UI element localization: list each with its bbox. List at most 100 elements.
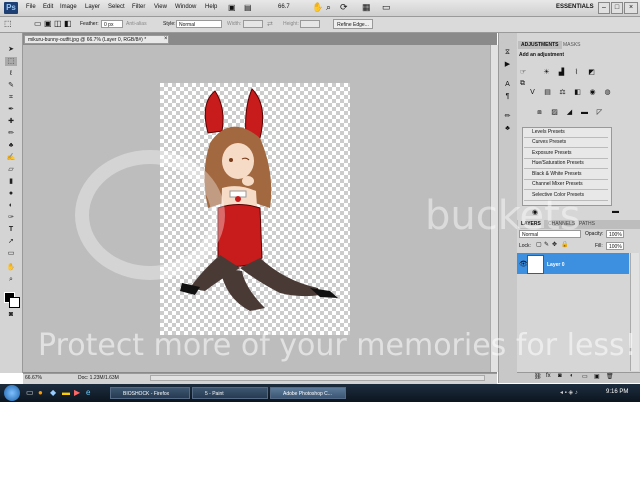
link-layers-icon[interactable]: ⛓ bbox=[534, 373, 542, 380]
dodge-tool-icon[interactable]: ◐ bbox=[5, 201, 17, 210]
posterize-icon[interactable]: ▨ bbox=[550, 108, 559, 117]
panel-options-icon[interactable]: ▬ bbox=[612, 208, 619, 215]
bridge-icon[interactable]: ▣ bbox=[228, 3, 236, 12]
color-balance-icon[interactable]: ⚖ bbox=[558, 88, 567, 97]
refine-edge-button[interactable]: Refine Edge... bbox=[333, 19, 373, 29]
history-panel-icon[interactable]: ⧖ bbox=[503, 48, 512, 57]
taskbar-button-photoshop[interactable]: Adobe Photoshop C... bbox=[270, 387, 346, 399]
vibrance-icon[interactable]: V bbox=[528, 88, 537, 97]
status-zoom[interactable]: 66.67% bbox=[25, 375, 42, 381]
lock-transparency-icon[interactable]: ▢ bbox=[536, 241, 542, 248]
quick-mask-icon[interactable]: ◙ bbox=[5, 310, 17, 319]
type-tool-icon[interactable]: T bbox=[5, 225, 17, 234]
horizontal-scrollbar[interactable] bbox=[150, 375, 485, 381]
style-select[interactable]: Normal bbox=[176, 20, 222, 28]
pen-tool-icon[interactable]: ✑ bbox=[5, 213, 17, 222]
menu-edit[interactable]: Edit bbox=[43, 4, 53, 10]
move-tool-icon[interactable]: ➤ bbox=[5, 45, 17, 54]
exposure-icon[interactable]: ◩ bbox=[587, 68, 596, 77]
taskbar-clock[interactable]: 9:16 PM bbox=[606, 389, 628, 395]
adjustment-tool-icon[interactable]: ☞ bbox=[520, 68, 526, 76]
brush-tool-icon[interactable]: ✏ bbox=[5, 129, 17, 138]
tab-adjustments[interactable]: ADJUSTMENTS bbox=[518, 41, 562, 49]
curves-icon[interactable]: ⌇ bbox=[572, 68, 581, 77]
history-brush-tool-icon[interactable]: ✍ bbox=[5, 153, 17, 162]
crop-tool-icon[interactable]: ⌗ bbox=[5, 93, 17, 102]
folder-quicklaunch-icon[interactable]: ▬ bbox=[62, 388, 70, 397]
actions-panel-icon[interactable]: ▶ bbox=[503, 60, 512, 69]
lock-position-icon[interactable]: ✥ bbox=[552, 241, 557, 248]
screen-mode-icon[interactable]: ▭ bbox=[382, 2, 391, 13]
new-adjustment-layer-icon[interactable]: ◐ bbox=[570, 373, 574, 379]
blur-tool-icon[interactable]: ● bbox=[5, 189, 17, 198]
media-quicklaunch-icon[interactable]: ▶ bbox=[74, 388, 80, 397]
feather-input[interactable]: 0 px bbox=[101, 20, 123, 28]
minimize-button[interactable]: – bbox=[598, 2, 610, 14]
path-selection-tool-icon[interactable]: ➚ bbox=[5, 237, 17, 246]
eraser-tool-icon[interactable]: ▱ bbox=[5, 165, 17, 174]
menu-help[interactable]: Help bbox=[205, 4, 217, 10]
zoom-tool-icon[interactable]: ⌕ bbox=[5, 275, 17, 284]
preset-item[interactable]: Levels Presets bbox=[524, 128, 608, 138]
preset-item[interactable]: Exposure Presets bbox=[524, 149, 608, 159]
rotate-view-icon[interactable]: ⟳ bbox=[340, 2, 348, 13]
lock-pixels-icon[interactable]: ✎ bbox=[544, 241, 549, 248]
new-layer-icon[interactable]: ▣ bbox=[594, 373, 600, 380]
anti-alias-checkbox[interactable]: Anti-alias bbox=[126, 21, 147, 27]
threshold-icon[interactable]: ◢ bbox=[565, 108, 574, 117]
brightness-contrast-icon[interactable]: ☀ bbox=[542, 68, 551, 77]
zoom-tool-icon[interactable]: ⌕ bbox=[326, 2, 331, 13]
clip-adjustment-icon[interactable]: ⧉ bbox=[520, 80, 525, 88]
maximize-button[interactable]: □ bbox=[611, 2, 623, 14]
zoom-level[interactable]: 66.7 bbox=[278, 4, 290, 10]
add-selection-icon[interactable]: ▣ bbox=[44, 19, 52, 28]
document-tab[interactable]: mikuru-bunny-outfit.jpg @ 66.7% (Layer 0… bbox=[24, 35, 169, 44]
invert-icon[interactable]: ⧈ bbox=[535, 108, 544, 117]
quick-selection-tool-icon[interactable]: ✎ bbox=[5, 81, 17, 90]
marquee-preset-icon[interactable]: ⬚ bbox=[4, 19, 12, 28]
tab-masks[interactable]: MASKS bbox=[560, 41, 584, 49]
arrange-documents-icon[interactable]: ▦ bbox=[362, 2, 371, 13]
close-document-icon[interactable]: × bbox=[164, 36, 168, 42]
hue-saturation-icon[interactable]: ▤ bbox=[543, 88, 552, 97]
new-group-icon[interactable]: ▭ bbox=[582, 373, 588, 380]
taskbar-button-firefox[interactable]: BIOSHOCK - Firefox bbox=[110, 387, 190, 399]
menu-select[interactable]: Select bbox=[108, 4, 125, 10]
paragraph-panel-icon[interactable]: ¶ bbox=[503, 92, 512, 101]
new-selection-icon[interactable]: ▭ bbox=[34, 19, 42, 28]
black-white-icon[interactable]: ◧ bbox=[573, 88, 582, 97]
add-mask-icon[interactable]: ◙ bbox=[558, 373, 562, 379]
swap-dimensions-icon[interactable]: ⇄ bbox=[267, 20, 273, 28]
ie-quicklaunch-icon[interactable]: e bbox=[86, 388, 90, 397]
fill-input[interactable]: 100% bbox=[606, 242, 624, 250]
menu-image[interactable]: Image bbox=[60, 4, 77, 10]
healing-brush-tool-icon[interactable]: ✚ bbox=[5, 117, 17, 126]
hand-tool-icon[interactable]: ✋ bbox=[5, 263, 17, 272]
mini-bridge-icon[interactable]: ▤ bbox=[244, 3, 252, 12]
status-doc-size[interactable]: Doc: 1.23M/1.63M bbox=[78, 375, 119, 381]
intersect-selection-icon[interactable]: ◧ bbox=[64, 19, 72, 28]
brushes-panel-icon[interactable]: ✏ bbox=[503, 112, 512, 121]
preset-item[interactable]: Hue/Saturation Presets bbox=[524, 159, 608, 169]
shape-tool-icon[interactable]: ▭ bbox=[5, 249, 17, 258]
layer-style-icon[interactable]: fx bbox=[546, 373, 551, 379]
character-panel-icon[interactable]: A bbox=[503, 80, 512, 89]
preset-item[interactable]: Curves Presets bbox=[524, 138, 608, 148]
menu-filter[interactable]: Filter bbox=[132, 4, 145, 10]
lasso-tool-icon[interactable]: ℓ bbox=[5, 69, 17, 78]
firefox-quicklaunch-icon[interactable]: ● bbox=[38, 388, 43, 397]
taskbar-button-paint[interactable]: 5 - Paint bbox=[192, 387, 268, 399]
channel-mixer-icon[interactable]: ◍ bbox=[603, 88, 612, 97]
selective-color-icon[interactable]: ◸ bbox=[595, 108, 604, 117]
preset-item[interactable]: Black & White Presets bbox=[524, 170, 608, 180]
gradient-map-icon[interactable]: ▬ bbox=[580, 108, 589, 117]
start-button[interactable] bbox=[4, 385, 20, 401]
explorer-quicklaunch-icon[interactable]: ◆ bbox=[50, 388, 56, 397]
gradient-tool-icon[interactable]: ▮ bbox=[5, 177, 17, 186]
preset-item[interactable]: Channel Mixer Presets bbox=[524, 180, 608, 190]
background-color-swatch[interactable] bbox=[9, 297, 20, 308]
delete-layer-icon[interactable]: 🗑 bbox=[606, 373, 614, 380]
width-input[interactable] bbox=[243, 20, 263, 28]
clone-stamp-tool-icon[interactable]: ♣ bbox=[5, 141, 17, 150]
tray-icons[interactable]: ◂ ▪ ◈ ♪ bbox=[560, 389, 578, 396]
